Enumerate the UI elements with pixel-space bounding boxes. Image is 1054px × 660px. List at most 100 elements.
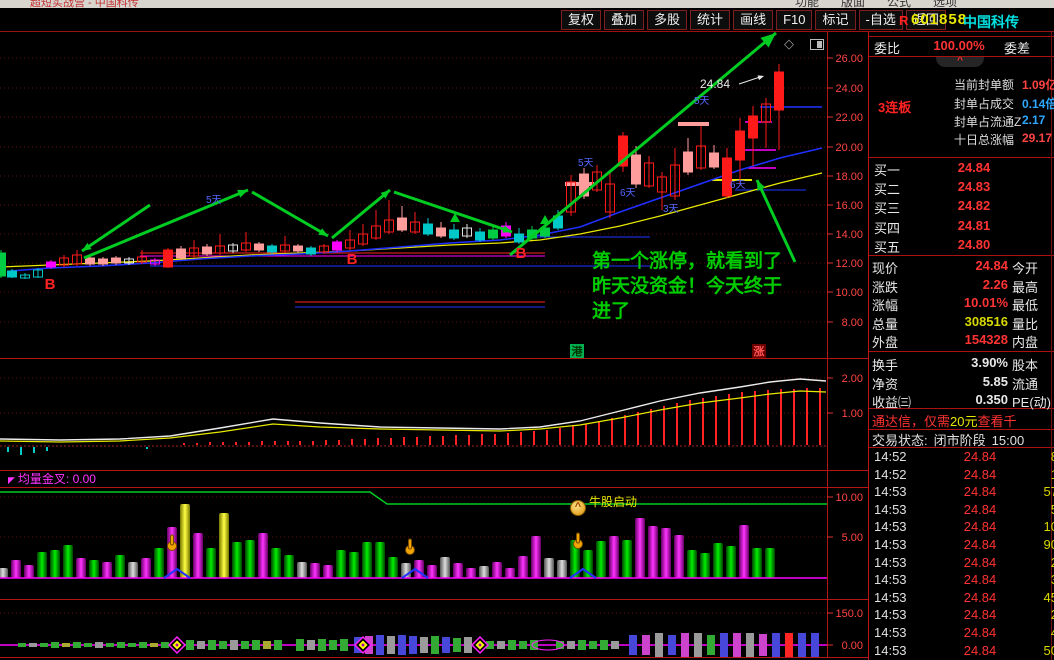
limit-streak-badge: 3连板 — [878, 100, 912, 115]
rpanel-divider-3 — [869, 255, 1054, 256]
tx-price-7: 24.84 — [963, 572, 997, 587]
window-title: 超短实战营 - 中国科传 — [30, 0, 139, 8]
tx-vol-9: 2 — [1010, 607, 1054, 622]
toolbar-button-3[interactable]: 统计 — [690, 10, 731, 30]
limit-stat-label-2: 封单占流通Z — [954, 115, 1022, 129]
buy-queue-price-0: 24.84 — [957, 160, 991, 175]
tx-vol-10: 4 — [1010, 625, 1054, 640]
toolbar-button-7[interactable]: -自选 — [858, 10, 903, 30]
svg-text:14.00: 14.00 — [835, 229, 863, 241]
svg-text:22.00: 22.00 — [835, 112, 863, 124]
toolbar-button-5[interactable]: F10 — [776, 10, 813, 30]
weibi-label: 委比 — [874, 41, 901, 56]
rpanel-divider-7 — [869, 447, 1054, 448]
quote-row-label2-2: 最低 — [1012, 298, 1039, 313]
indicator2-icon — [8, 475, 15, 485]
quote-row-label2-0: 今开 — [1012, 261, 1039, 276]
tx-price-10: 24.84 — [963, 625, 997, 640]
tx-vol-2: 57 — [1043, 484, 1054, 499]
tx-time-0: 14:52 — [874, 449, 907, 464]
menubar: 功能 版面 公式 选项 — [795, 0, 979, 8]
tx-price-4: 24.84 — [963, 519, 997, 534]
menu-item-3[interactable]: 选项 — [933, 0, 957, 8]
limit-stat-label-1: 封单占成交 — [954, 97, 1015, 111]
tx-vol-0: 8 — [1010, 449, 1054, 464]
svg-text:8.00: 8.00 — [842, 317, 863, 329]
quote-row-label-1: 涨跌 — [872, 280, 899, 295]
rpanel-divider-0 — [869, 36, 1054, 37]
limit-stat-label-0: 当前封单额 — [954, 78, 1015, 92]
ad-text: 通达信，仅需 — [872, 414, 951, 429]
menu-item-1[interactable]: 版面 — [841, 0, 865, 8]
tx-price-3: 24.84 — [963, 502, 997, 517]
svg-text:20.00: 20.00 — [835, 142, 863, 154]
note-line-1: 昨天没资金！今天终于 — [592, 276, 783, 297]
quote-row-label2-4: 内盘 — [1012, 335, 1039, 350]
rpanel-divider-5 — [869, 408, 1054, 409]
menu-item-0[interactable]: 功能 — [795, 0, 819, 8]
bull-signal-label: 牛股启动 — [589, 495, 638, 509]
limit-stat-value-0: 1.09亿 — [1022, 78, 1054, 92]
tx-price-6: 24.84 — [963, 555, 997, 570]
tdx-app-window: 超短实战营 - 中国科传 功能 版面 公式 选项 复权 叠加 多股 统计 画线 F10 标记 -自选… — [0, 0, 1054, 660]
quote-row-label2-3: 量比 — [1012, 317, 1039, 332]
buy-queue-price-4: 24.80 — [957, 237, 991, 252]
tx-price-9: 24.84 — [963, 607, 997, 622]
chart-minwindow-icon[interactable] — [810, 39, 824, 50]
rpanel-divider-6 — [869, 429, 1054, 430]
weibi-value: 100.00% — [933, 38, 985, 53]
quote-row2-value-2: 0.350 — [975, 392, 1008, 407]
svg-text:5天: 5天 — [694, 96, 710, 107]
rpanel-divider-2 — [869, 157, 1054, 158]
svg-text:B: B — [45, 276, 56, 293]
tx-price-11: 24.84 — [963, 643, 997, 658]
buy-queue-label-2: 买三 — [874, 201, 901, 216]
limit-stat-label-3: 十日总涨幅 — [954, 133, 1015, 147]
buy-queue-label-3: 买四 — [874, 221, 901, 236]
tx-time-1: 14:52 — [874, 467, 907, 482]
rpanel-divider-4 — [869, 351, 1054, 352]
quote-row-label-4: 外盘 — [872, 335, 899, 350]
quote-row-label-3: 总量 — [872, 317, 899, 332]
collapse-tab[interactable] — [936, 56, 984, 67]
limit-stat-value-3: 29.17 — [1022, 131, 1053, 145]
status-label: 交易状态: — [872, 433, 928, 448]
tx-vol-5: 90 — [1043, 537, 1054, 552]
ad-banner[interactable]: 通达信，仅需20元查看千 — [872, 411, 1017, 430]
toolbar-button-0[interactable]: 复权 — [561, 10, 602, 30]
buy-queue-price-2: 24.82 — [957, 198, 991, 213]
tx-vol-6: 2 — [1010, 555, 1054, 570]
quote-row-value-3: 308516 — [964, 314, 1008, 329]
toolbar-button-4[interactable]: 画线 — [733, 10, 774, 30]
quote-row2-label-1: 净资 — [872, 377, 899, 392]
window-titlebar: 超短实战营 - 中国科传 功能 版面 公式 选项 — [0, 0, 1054, 8]
toolbar-button-6[interactable]: 标记 — [815, 10, 856, 30]
status-time: 15:00 — [991, 433, 1025, 448]
toolbar-buttons: 复权 叠加 多股 统计 画线 F10 标记 -自选 返回 — [561, 10, 946, 30]
svg-text:5天: 5天 — [578, 158, 594, 169]
buy-queue-label-1: 买二 — [874, 182, 901, 197]
quote-row2-value-1: 5.85 — [982, 374, 1008, 389]
svg-text:B: B — [516, 245, 527, 262]
tx-time-8: 14:53 — [874, 590, 907, 605]
chart-diamond-icon[interactable] — [784, 36, 794, 52]
tx-time-7: 14:53 — [874, 572, 907, 587]
toolbar-button-2[interactable]: 多股 — [647, 10, 688, 30]
svg-text:150.0: 150.0 — [835, 608, 863, 620]
svg-text:24.00: 24.00 — [835, 83, 863, 95]
svg-text:5天: 5天 — [206, 195, 222, 206]
tx-vol-8: 45 — [1043, 590, 1054, 605]
svg-text:B: B — [347, 251, 358, 268]
chart-canvas: 26.00 24.00 22.00 20.00 18.00 16.00 14.00 12.00… — [0, 31, 869, 660]
svg-text:24.84: 24.84 — [700, 77, 730, 91]
menu-item-2[interactable]: 公式 — [887, 0, 911, 8]
svg-text:12.00: 12.00 — [835, 258, 863, 270]
svg-text:1.00: 1.00 — [842, 408, 863, 420]
quote-row-label2-1: 最高 — [1012, 280, 1039, 295]
stock-code: 601858 — [911, 11, 968, 28]
tx-time-10: 14:53 — [874, 625, 907, 640]
toolbar-button-1[interactable]: 叠加 — [604, 10, 645, 30]
quote-row2-label-2: 收益㈢ — [872, 395, 912, 410]
svg-text:涨: 涨 — [754, 344, 765, 358]
bull-signal-chevron-icon[interactable] — [570, 500, 586, 516]
